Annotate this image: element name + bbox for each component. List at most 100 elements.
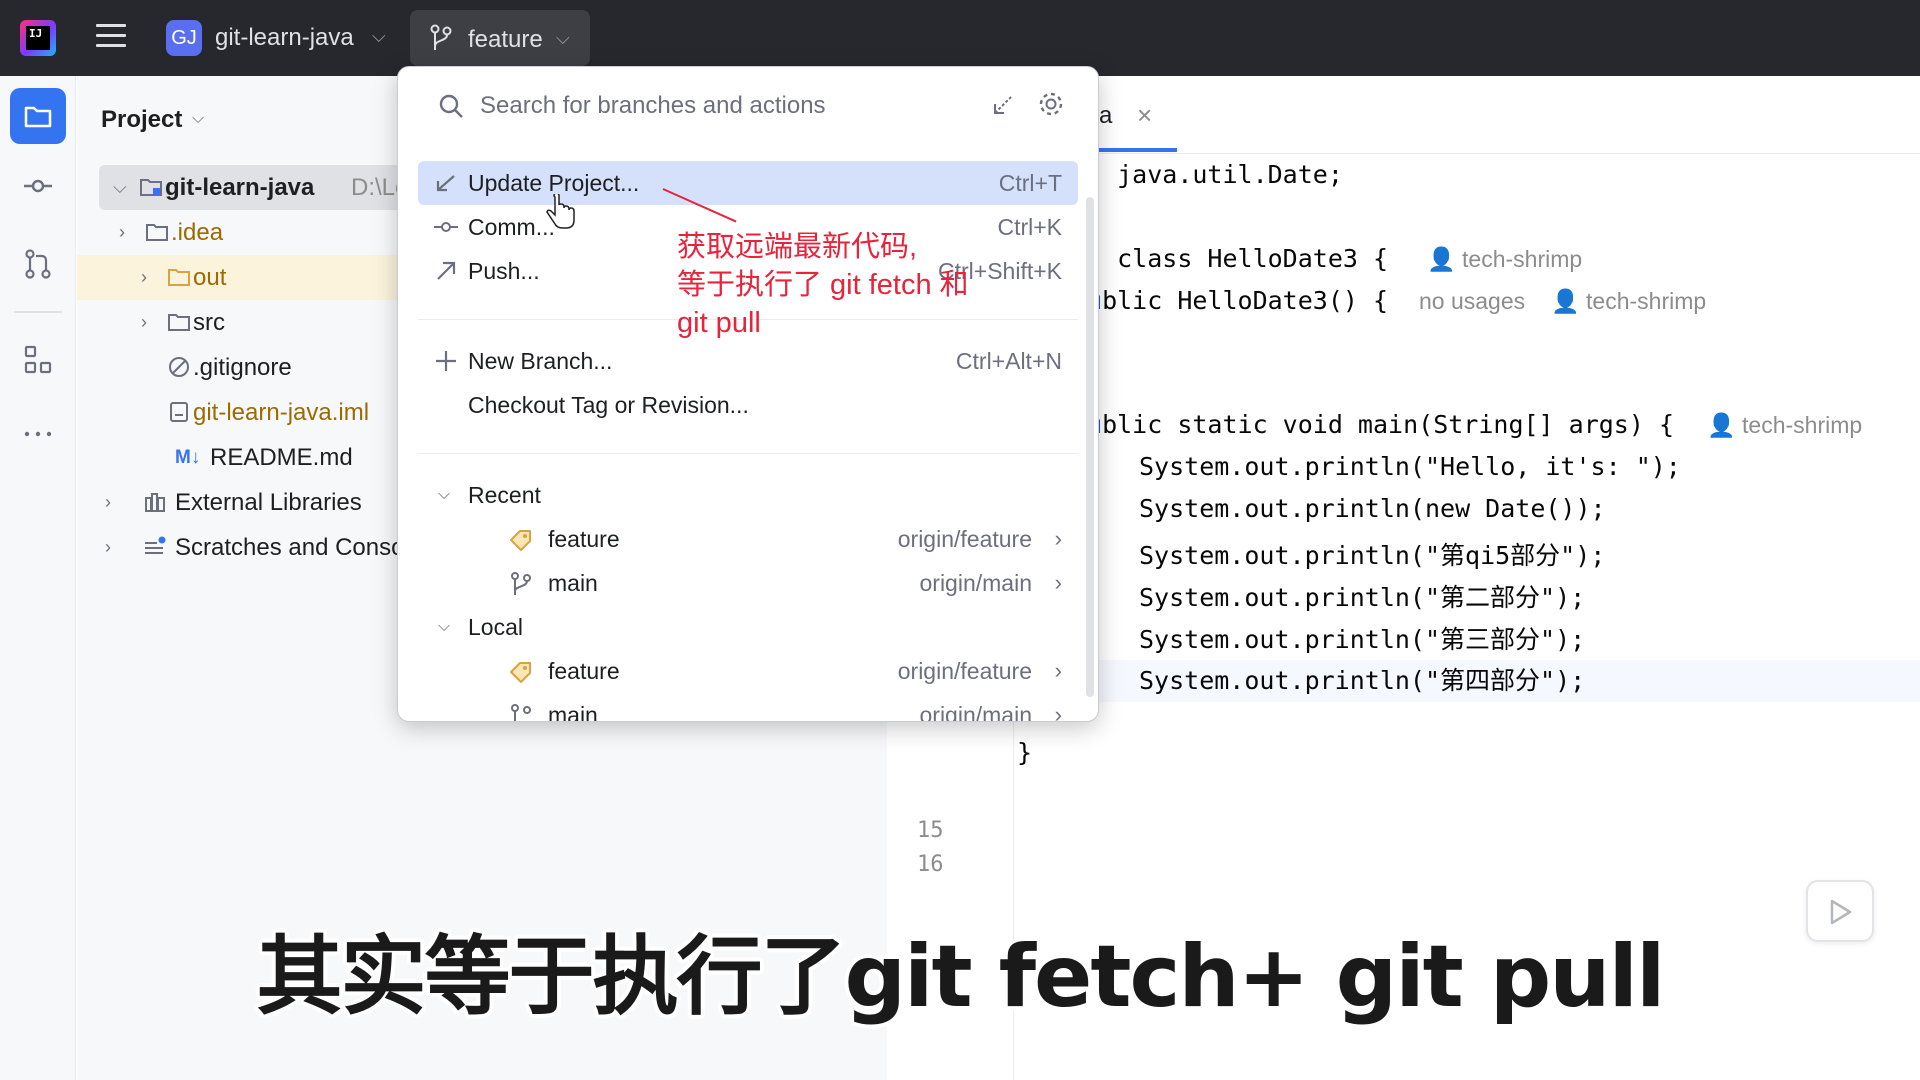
project-panel-title[interactable]: Project bbox=[101, 106, 182, 134]
update-project-item[interactable]: Update Project... Ctrl+T bbox=[418, 161, 1078, 205]
menu-shortcut: Ctrl+K bbox=[997, 214, 1062, 240]
branch-name: feature bbox=[548, 658, 620, 684]
new-branch-item[interactable]: New Branch... Ctrl+Alt+N bbox=[418, 339, 1078, 383]
submenu-arrow-icon: › bbox=[1054, 526, 1062, 551]
tag-icon bbox=[510, 662, 531, 683]
gear-icon[interactable] bbox=[1036, 89, 1066, 119]
code-line[interactable]: ublic HelloDate3() { bbox=[1087, 286, 1388, 315]
project-tool-button[interactable] bbox=[10, 88, 66, 144]
tree-item-label: .gitignore bbox=[193, 354, 292, 381]
project-name[interactable]: git-learn-java bbox=[215, 24, 354, 52]
checkout-tag-item[interactable]: Checkout Tag or Revision... bbox=[418, 383, 1078, 427]
markdown-icon: M↓ bbox=[175, 447, 201, 468]
pull-request-icon bbox=[25, 249, 51, 279]
tag-icon bbox=[510, 530, 531, 551]
annotation-line: 获取远端最新代码, bbox=[677, 231, 918, 263]
branch-remote: origin/main bbox=[919, 702, 1033, 722]
code-line[interactable]: ublic static void main(String[] args) { bbox=[1087, 410, 1674, 439]
project-chevron-down-icon[interactable]: ⌵ bbox=[372, 26, 386, 47]
annotation-line: 等于执行了 git fetch 和 bbox=[677, 269, 969, 301]
tab-close-icon[interactable]: × bbox=[1137, 100, 1152, 131]
popup-search-row bbox=[398, 67, 1098, 141]
expand-chevron-icon[interactable]: › bbox=[141, 255, 147, 300]
branch-icon bbox=[511, 704, 531, 721]
project-badge[interactable]: GJ bbox=[166, 20, 202, 56]
tree-item-label: out bbox=[193, 264, 227, 291]
branch-remote: origin/feature bbox=[897, 526, 1032, 552]
pull-requests-tool-button[interactable] bbox=[10, 236, 66, 292]
intellij-logo-icon[interactable]: IJ bbox=[20, 20, 56, 56]
code-line[interactable]: } bbox=[1017, 738, 1032, 767]
branch-chevron-down-icon: ⌵ bbox=[556, 28, 570, 48]
tree-item-label: .idea bbox=[171, 219, 224, 246]
git-branches-popup: Update Project... Ctrl+T Comm... Ctrl+K … bbox=[397, 66, 1099, 722]
expand-chevron-icon[interactable]: › bbox=[105, 480, 111, 525]
strip-separator bbox=[14, 311, 62, 313]
code-line[interactable]: : java.util.Date; bbox=[1087, 160, 1343, 189]
popup-scrollbar[interactable] bbox=[1086, 197, 1094, 697]
group-label: Local bbox=[468, 614, 523, 640]
author-hint[interactable]: 👤 tech-shrimp bbox=[1707, 412, 1862, 439]
line-number: 16 bbox=[917, 852, 944, 877]
code-line[interactable]: System.out.println("第三部分"); bbox=[1139, 620, 1585, 656]
commit-icon bbox=[434, 222, 458, 232]
update-arrow-icon bbox=[436, 175, 455, 192]
tree-item-label: External Libraries bbox=[175, 489, 362, 516]
library-icon bbox=[145, 493, 165, 512]
branch-label: feature bbox=[468, 26, 543, 53]
code-line[interactable]: System.out.println("Hello, it's: "); bbox=[1139, 452, 1681, 481]
code-line-current[interactable]: System.out.println("第四部分"); bbox=[1015, 660, 1920, 702]
branch-row[interactable]: main origin/main › bbox=[418, 561, 1078, 605]
submenu-arrow-icon: › bbox=[1054, 658, 1062, 683]
more-tools-button[interactable] bbox=[10, 404, 66, 460]
local-group-header[interactable]: ⌵ Local bbox=[418, 605, 1078, 649]
submenu-arrow-icon: › bbox=[1054, 702, 1062, 722]
branch-name: main bbox=[548, 570, 598, 596]
commit-icon bbox=[24, 179, 52, 193]
recent-group-header[interactable]: ⌵ Recent bbox=[418, 473, 1078, 517]
code-line[interactable]: System.out.println("第qi5部分"); bbox=[1139, 536, 1605, 572]
title-bar: IJ GJ git-learn-java ⌵ feature ⌵ bbox=[0, 0, 1920, 76]
branch-row[interactable]: feature origin/feature › bbox=[418, 517, 1078, 561]
menu-label: Checkout Tag or Revision... bbox=[468, 392, 749, 418]
hand-cursor-icon bbox=[546, 194, 575, 229]
structure-tool-button[interactable] bbox=[10, 332, 66, 388]
menu-shortcut: Ctrl+Alt+N bbox=[955, 348, 1062, 374]
branch-search-input[interactable] bbox=[480, 89, 1000, 123]
menu-separator bbox=[418, 453, 1078, 454]
usages-hint[interactable]: no usages bbox=[1419, 288, 1525, 315]
expand-chevron-icon[interactable]: › bbox=[119, 210, 125, 255]
menu-label: New Branch... bbox=[468, 348, 613, 374]
branch-row[interactable]: feature origin/feature › bbox=[418, 649, 1078, 693]
group-label: Recent bbox=[468, 482, 541, 508]
annotation-text: 获取远端最新代码, 等于执行了 git fetch 和 git pull bbox=[677, 228, 969, 342]
main-menu-icon[interactable] bbox=[96, 24, 126, 50]
menu-label: Push... bbox=[468, 258, 540, 284]
video-subtitle: 其实等于执行了git fetch+ git pull bbox=[256, 927, 1666, 1027]
branch-row[interactable]: main origin/main › bbox=[418, 693, 1078, 722]
branch-icon bbox=[511, 572, 531, 595]
branch-name: feature bbox=[548, 526, 620, 552]
expand-chevron-icon[interactable]: › bbox=[105, 525, 111, 570]
collapse-chevron-icon: ⌵ bbox=[438, 486, 451, 503]
logo-text: IJ bbox=[26, 26, 50, 50]
commit-tool-button[interactable] bbox=[10, 158, 66, 214]
expand-chevron-icon[interactable]: › bbox=[141, 300, 147, 345]
code-line[interactable]: System.out.println(new Date()); bbox=[1139, 494, 1606, 523]
branch-widget-button[interactable]: feature ⌵ bbox=[410, 10, 590, 66]
branch-name: main bbox=[548, 702, 598, 722]
collapse-arrows-icon[interactable] bbox=[991, 93, 1015, 117]
author-hint[interactable]: 👤 tech-shrimp bbox=[1551, 288, 1706, 315]
submenu-arrow-icon: › bbox=[1054, 570, 1062, 595]
expand-chevron-icon[interactable]: ⌵ bbox=[113, 165, 127, 210]
branch-remote: origin/main bbox=[919, 570, 1033, 596]
more-icon bbox=[24, 431, 52, 437]
code-line[interactable]: : class HelloDate3 { bbox=[1087, 244, 1388, 273]
search-icon bbox=[439, 94, 463, 118]
panel-chevron-down-icon[interactable]: ⌵ bbox=[192, 110, 204, 128]
author-hint[interactable]: 👤 tech-shrimp bbox=[1427, 246, 1582, 273]
code-line[interactable]: System.out.println("第二部分"); bbox=[1139, 578, 1585, 614]
menu-label: Comm... bbox=[468, 214, 555, 240]
menu-shortcut: Ctrl+T bbox=[998, 170, 1062, 196]
push-arrow-icon bbox=[437, 261, 456, 280]
